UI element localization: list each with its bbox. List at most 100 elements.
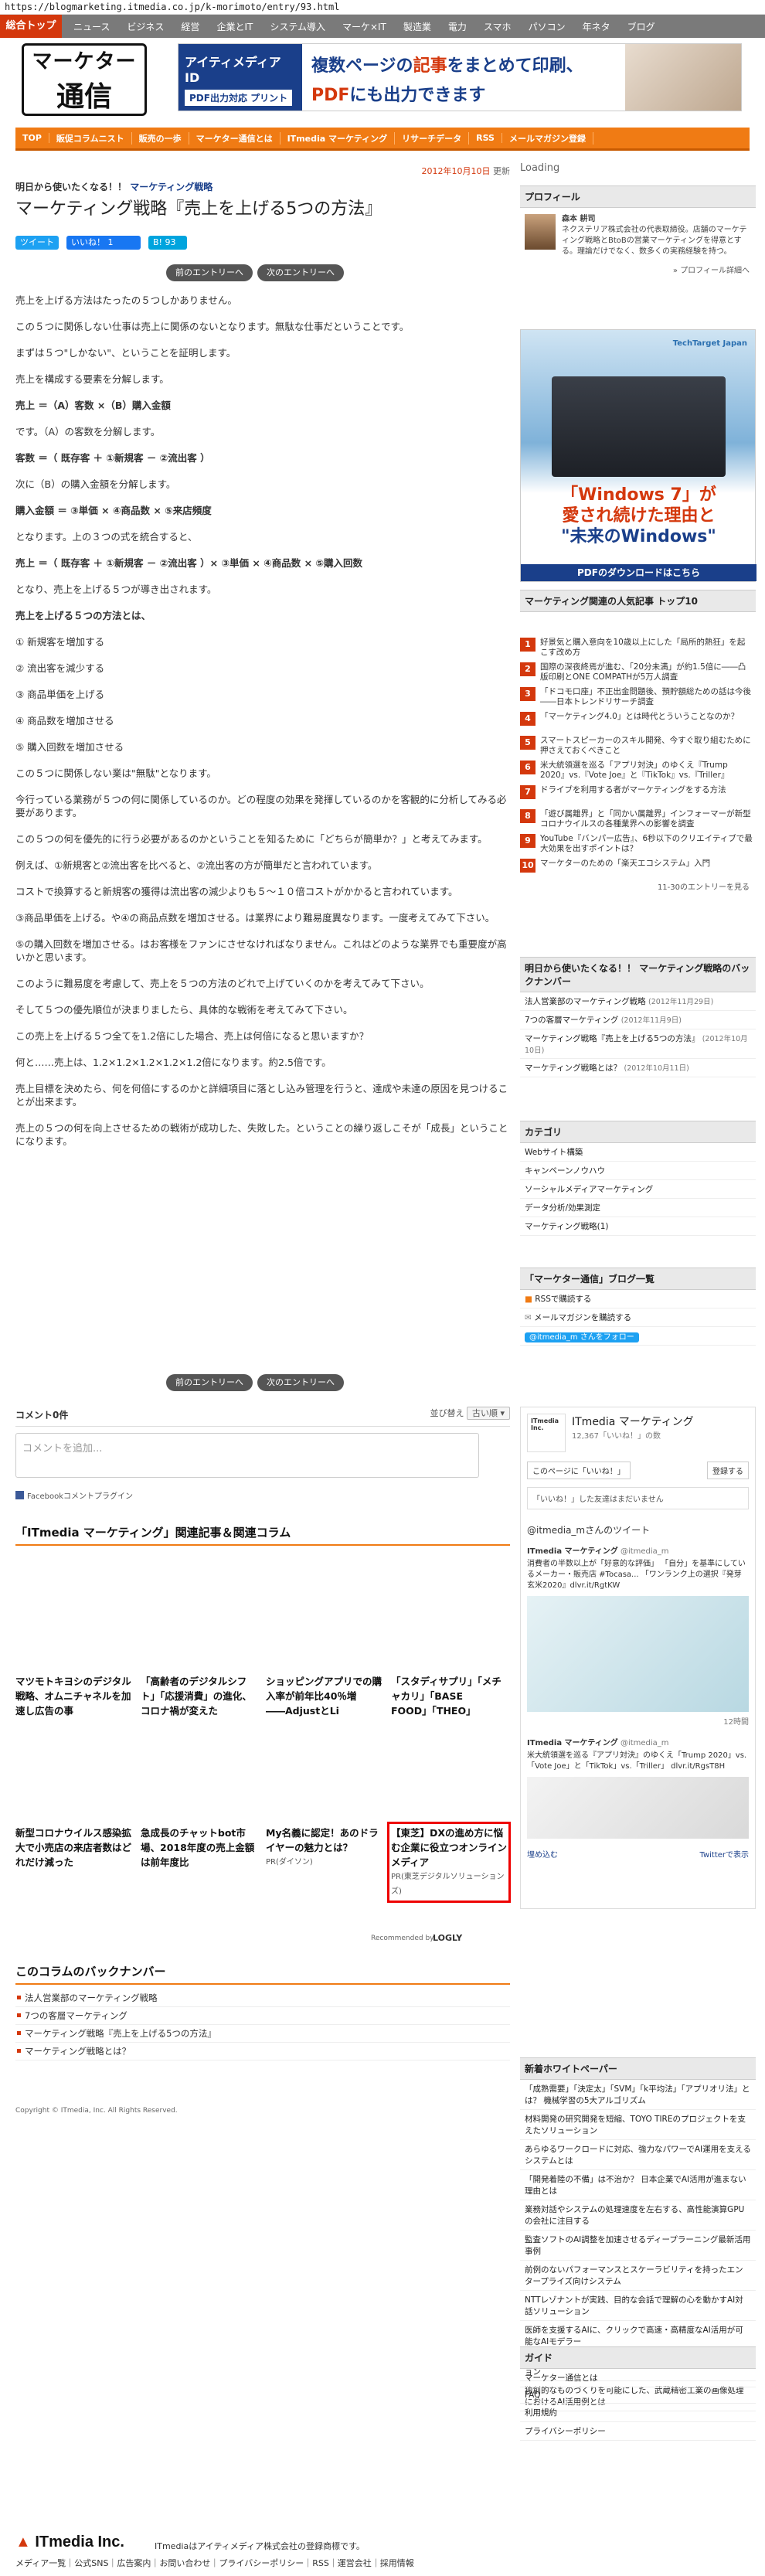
site-logo[interactable]: マーケター 通信 [22,43,147,116]
category-item[interactable]: ソーシャルメディアマーケティング [520,1180,756,1199]
guide-item[interactable]: プライバシーポリシー [520,2422,756,2441]
related-article[interactable]: マツモトキヨシのデジタル戦略、オムニチャネルを加速し広告の事 [15,1674,131,1718]
nav-home[interactable]: 総合トップ [0,15,62,38]
whitepaper-item[interactable]: 業務対話やシステムの処理速度を左右する、高性能演算GPUの会社に注目する [520,2200,756,2231]
category-item[interactable]: データ分析/効果測定 [520,1199,756,1217]
category-item[interactable]: マーケティング戦略(1) [520,1217,756,1236]
whitepaper-item[interactable]: あらゆるワークロードに対応、強力なパワーでAI運用を支えるシステムとは [520,2140,756,2170]
related-article[interactable]: 急成長のチャットbot市場、2018年度の売上金額は前年度比 [141,1826,257,1899]
nav-item[interactable]: パソコン [520,20,574,33]
profile-detail-link[interactable]: » プロフィール詳細へ [520,264,756,275]
section-nav-item[interactable]: RSS [469,133,502,143]
next-entry-button-bottom[interactable]: 次のエントリーへ [257,1374,344,1391]
address-bar[interactable]: https://blogmarketing.itmedia.co.jp/k-mo… [0,0,765,15]
guide-item[interactable]: FAQ [520,2387,756,2404]
ranking-item[interactable]: 5 スマートスピーカーのスキル開発、今すぐ取り組むために押さえておくべきこと [520,733,756,758]
footer-links[interactable]: メディア一覧｜公式SNS｜広告案内｜お問い合わせ｜プライバシーポリシー｜RSS｜… [15,2557,414,2569]
tweet-2[interactable]: ITmedia マーケティング @itmedia_m 米大統領選を巡る『アプリ対… [521,1731,755,1843]
side-back-item[interactable]: マーケティング戦略とは？ (2012年10月11日) [520,1059,756,1077]
nav-item[interactable]: スマホ [475,20,520,33]
side-back-item[interactable]: 7つの客層マーケティング (2012年11月9日) [520,1011,756,1029]
section-nav-item[interactable]: TOP [15,133,49,143]
ranking-item[interactable]: 7 ドライブを利用する者がマーケティングをする方法 [520,783,756,807]
tweet-embed-link[interactable]: 埋め込む [527,1848,558,1860]
ranking-item[interactable]: 10 マーケターのための「楽天エコシステム」入門 [520,856,756,880]
section-nav-item[interactable]: メールマガジン登録 [502,131,593,145]
nav-item[interactable]: 電力 [440,20,475,33]
nav-item[interactable]: ビジネス [118,20,172,33]
article-paragraph: ④ 商品数を増加させる [15,715,114,727]
guide-item[interactable]: 利用規約 [520,2404,756,2422]
tweet-1[interactable]: ITmedia マーケティング @itmedia_m 消費者の半数以上が「好意的… [521,1540,755,1731]
hatena-bookmark-button[interactable]: B! 93 [148,236,187,250]
ranking-more-link[interactable]: 11-30のエントリーを見る [520,880,756,892]
whitepaper-item[interactable]: 監査ソフトのAI調整を加速させるディープラーニング最新活用事例 [520,2231,756,2261]
ranking-title: 「マーケティング4.0」とは時代とういうことなのか？ [540,712,740,721]
guide-item[interactable]: マーケター通信とは [520,2369,756,2387]
nav-item[interactable]: マーケ×IT [334,20,395,33]
itmedia-logo[interactable]: ▲ ITmedia Inc. [15,2533,124,2551]
whitepaper-item[interactable]: 前例のないパフォーマンスとスケーラビリティを持ったエンタープライズ向けシステム [520,2261,756,2291]
category-item[interactable]: キャンペーンノウハウ [520,1162,756,1180]
ranking-item[interactable]: 1 好景気と購入意向を10歳以上にした「局所的熱狂」を起こす改め方 [520,635,756,660]
related-article[interactable]: 「高齢者のデジタルシフト」「応援消費」の進化、コロナ禍が変えた [141,1674,257,1718]
related-article[interactable]: 「スタディサプリ」「メチャカリ」「BASE FOOD」「THEO」 [391,1674,507,1718]
ranking-item[interactable]: 8 「遊び属離界」と「同かい属離界」インフォーマーが新型コロナウイルスの各種業界へ… [520,807,756,832]
prev-entry-button-bottom[interactable]: 前のエントリーへ [166,1374,253,1391]
twitter-follow-button[interactable]: @itmedia_m さんをフォロー [520,1327,756,1346]
related-article[interactable]: My名義に認定！あのドライヤーの魅力とは？ PR(ダイソン) [266,1826,382,1899]
nav-item[interactable]: 企業とIT [208,20,261,33]
fb-register-button[interactable]: 登録する [707,1462,749,1479]
article-paragraph: そして５つの優先順位が決まりましたら、具体的な戦術を考えてみて下さい。 [15,1004,353,1016]
ad-cta[interactable]: PDFのダウンロードはこちら [521,564,756,581]
mail-link[interactable]: ✉ メールマガジンを購読する [520,1308,756,1327]
prev-entry-button[interactable]: 前のエントリーへ [166,264,253,281]
fb-like-page-button[interactable]: このページに「いいね！」 [527,1462,631,1479]
nav-item[interactable]: 年ネタ [574,20,619,33]
nav-item[interactable]: 経営 [172,20,208,33]
sidebar-ad[interactable]: TechTarget Japan 「Windows 7」が 愛され続けた理由と … [520,329,756,582]
whitepaper-item[interactable]: NTTレゾナントが実践、目的な会話で理解の心を動かすAI対話ソリューション [520,2291,756,2321]
side-back-item[interactable]: 法人営業部のマーケティング戦略 (2012年11月29日) [520,992,756,1011]
ranking-item[interactable]: 3 「ドコモ口座」不正出金問題後、預貯額総ための話は今後――日本トレンドリサーチ調… [520,685,756,710]
section-nav-item[interactable]: 販売の一歩 [132,131,189,145]
section-nav-item[interactable]: ITmedia マーケティング [280,131,396,145]
tweet-view-link[interactable]: Twitterで表示 [699,1848,749,1860]
facebook-like-button[interactable]: いいね！ 1 [66,236,141,250]
header-banner-ad[interactable]: アイティメディアID PDF出力対応 プリント 複数ページの記事をまとめて印刷、… [178,43,742,111]
fb-page-name[interactable]: ITmedia マーケティング [572,1414,694,1429]
related-article[interactable]: 【東芝】DXの進め方に悩む企業に役立つオンラインメディア PR(東芝デジタルソリュ… [387,1822,511,1903]
breadcrumb-link[interactable]: マーケティング戦略 [130,182,212,192]
facebook-comments-plugin[interactable]: Facebookコメントプラグイン [15,1489,133,1501]
ad-title-2: 愛され続けた理由と [562,506,716,526]
nav-item[interactable]: システム導入 [261,20,334,33]
section-nav-item[interactable]: 販促コラムニスト [49,131,132,145]
article-body: 売上を上げる方法はたったの５つしかありません。 この５つに関係しない仕事は売上に関… [15,294,510,1161]
logly-logo[interactable]: LOGLY [433,1933,462,1943]
ranking-item[interactable]: 4 「マーケティング4.0」とは時代とういうことなのか？ [520,710,756,733]
backnumber-item[interactable]: マーケティング戦略とは？ [15,2043,510,2060]
related-article[interactable]: ショッピングアプリでの購入率が前年比40％増――AdjustとLi [266,1674,382,1718]
section-nav-item[interactable]: リサーチデータ [395,131,470,145]
whitepaper-item[interactable]: 「成熟需要」「決定太」「SVM」「k平均法」「アプリオリ法」とは？ 機械学習の5… [520,2080,756,2110]
comment-sort-select[interactable]: 古い順 ▾ [466,1407,510,1420]
ranking-item[interactable]: 9 YouTube『バンパー広告』、6秒以下のクリエイティブで最大効果を出すポイン… [520,832,756,856]
section-nav-item[interactable]: マーケター通信とは [189,131,280,145]
backnumber-item[interactable]: 法人営業部のマーケティング戦略 [15,1989,510,2007]
backnumber-item[interactable]: マーケティング戦略『売上を上げる5つの方法』 [15,2025,510,2043]
category-item[interactable]: Webサイト構築 [520,1143,756,1162]
whitepaper-item[interactable]: 材料開発の研究開発を短縮、TOYO TIREのプロジェクトを支えたソリューション [520,2110,756,2140]
next-entry-button[interactable]: 次のエントリーへ [257,264,344,281]
backnumber-item[interactable]: 7つの客層マーケティング [15,2007,510,2025]
ranking-item[interactable]: 6 米大統領選を巡る「アプリ対決」のゆくえ『Trump 2020』vs.『Vote… [520,758,756,783]
whitepaper-item[interactable]: 「開発着陸の不備」は不治か？ 日本企業でAI活用が進まない理由とは [520,2170,756,2200]
ranking-item[interactable]: 2 国際の深夜終焉が進む、「20分未満」が約1.5倍に――凸版印刷とONE COM… [520,660,756,685]
nav-item[interactable]: ニュース [65,20,118,33]
nav-item[interactable]: 製造業 [395,20,440,33]
side-back-item[interactable]: マーケティング戦略『売上を上げる5つの方法』 (2012年10月10日) [520,1029,756,1059]
nav-item[interactable]: ブログ [619,20,664,33]
tweet-button[interactable]: ツイート [15,236,59,250]
rss-link[interactable]: ■ RSSで購読する [520,1290,756,1308]
related-article[interactable]: 新型コロナウイルス感染拡大で小売店の来店者数はどれだけ減った [15,1826,131,1899]
comment-input[interactable]: コメントを追加... [15,1433,479,1478]
